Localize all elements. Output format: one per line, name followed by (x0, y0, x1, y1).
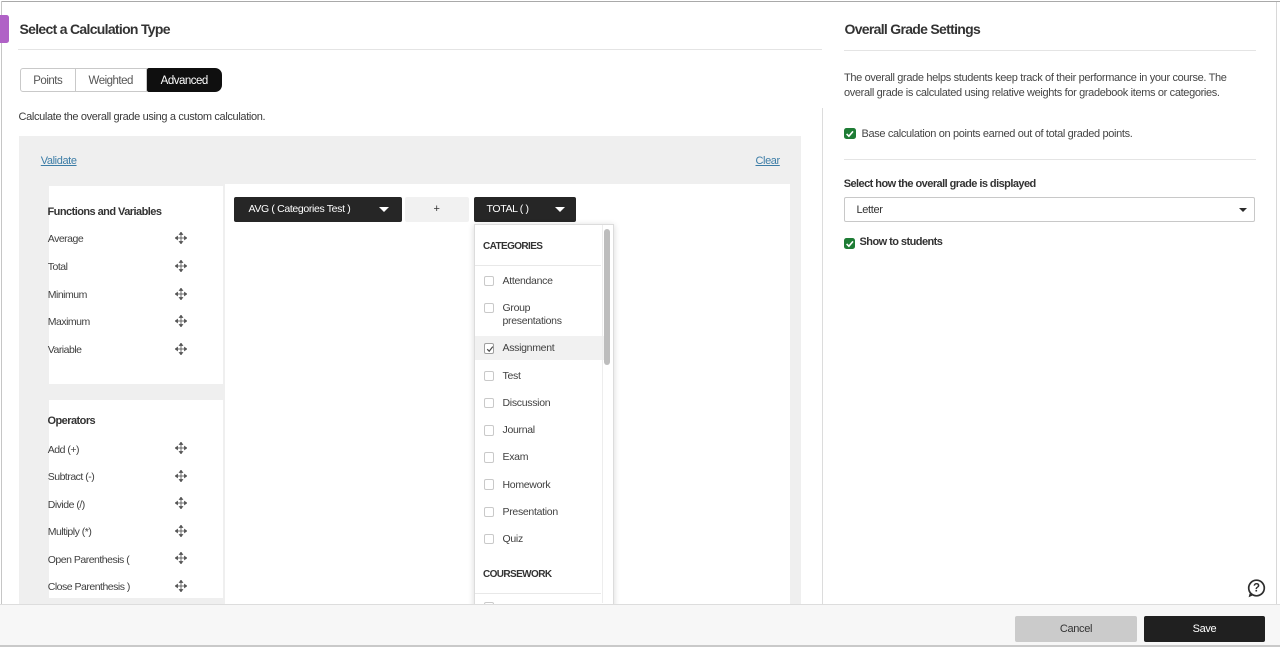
svg-text:?: ? (1253, 583, 1260, 595)
